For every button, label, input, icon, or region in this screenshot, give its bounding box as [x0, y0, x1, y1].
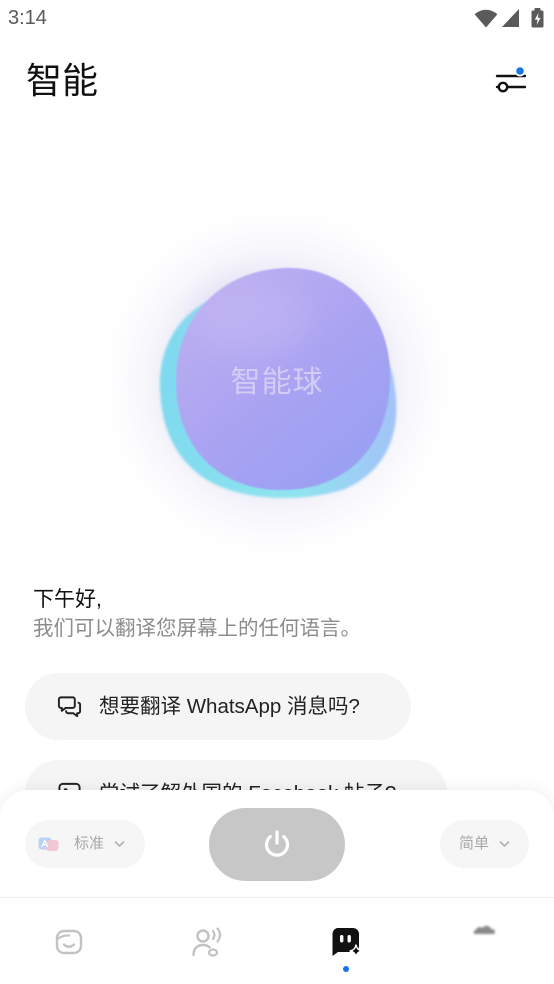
- mode-label: 标准: [74, 835, 105, 852]
- mode-selector[interactable]: 标准: [25, 820, 145, 868]
- nav-item-home[interactable]: [0, 898, 139, 984]
- smart-orb[interactable]: 智能球: [77, 187, 477, 587]
- bottom-nav: [0, 897, 554, 984]
- suggestion-chip-whatsapp[interactable]: 想要翻译 WhatsApp 消息吗?: [25, 673, 411, 740]
- bottom-control-panel: 标准 简单: [0, 790, 554, 984]
- home-face-icon: [56, 929, 83, 955]
- nav-item-profile[interactable]: [416, 898, 554, 984]
- status-time: 3:14: [8, 7, 47, 29]
- active-indicator-dot: [343, 966, 350, 972]
- nav-item-smart[interactable]: [277, 898, 416, 984]
- suggestion-text: 想要翻译 WhatsApp 消息吗?: [99, 695, 360, 718]
- battery-charging-icon: [531, 8, 544, 28]
- style-selector[interactable]: 简单: [440, 820, 529, 868]
- nav-item-voice[interactable]: [139, 898, 278, 984]
- tune-settings-icon: [495, 65, 527, 93]
- orb-highlight: [194, 282, 310, 354]
- chat-bubbles-icon: [57, 696, 82, 718]
- settings-button[interactable]: [492, 62, 530, 98]
- wifi-icon: [474, 9, 498, 28]
- page-title: 智能: [26, 60, 99, 101]
- profile-cloud-icon: [473, 925, 495, 934]
- greeting-subtitle: 我们可以翻译您屏幕上的任何语言。: [33, 617, 361, 640]
- translate-icon: [38, 837, 59, 851]
- chevron-down-icon: [114, 841, 125, 847]
- smart-screen: 3:14 智能 智能球 下午好, 我们可以翻译您屏幕上的任何语言。 想要翻译 W…: [0, 0, 554, 984]
- greeting-title: 下午好,: [33, 588, 102, 611]
- power-button[interactable]: [209, 808, 345, 881]
- chevron-down-icon: [499, 841, 510, 847]
- power-icon: [264, 830, 290, 857]
- signal-icon: [502, 9, 519, 27]
- voice-person-icon: [192, 927, 221, 957]
- orb-label: 智能球: [230, 366, 324, 399]
- style-label: 简单: [459, 835, 490, 852]
- smart-chat-icon: [332, 928, 363, 958]
